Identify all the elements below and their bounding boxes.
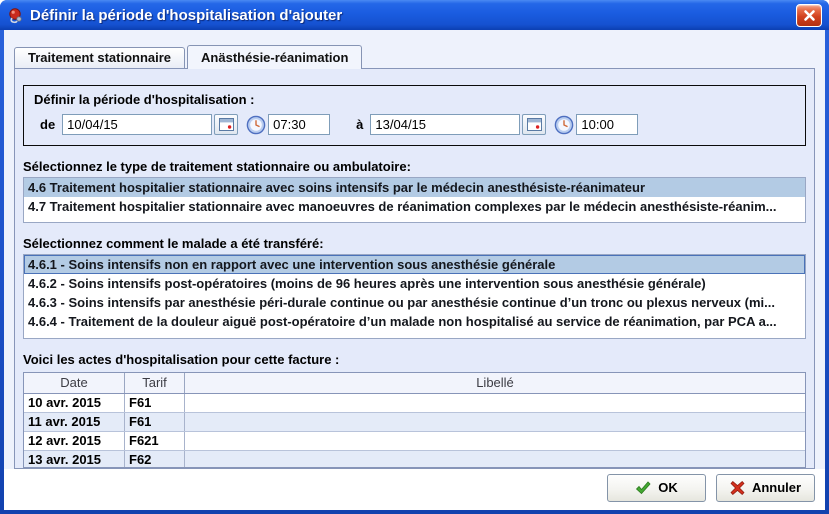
from-calendar-icon[interactable] xyxy=(214,114,238,135)
cancel-button[interactable]: Annuler xyxy=(716,474,815,502)
tab-traitement-stationnaire[interactable]: Traitement stationnaire xyxy=(14,47,185,68)
cell-tarif: F62 xyxy=(125,451,185,468)
tab-bar: Traitement stationnaire Anästhésie-réani… xyxy=(4,30,825,68)
period-fields-row: de xyxy=(34,114,795,135)
from-date-input[interactable] xyxy=(62,114,212,135)
cell-libelle xyxy=(185,432,805,450)
cell-tarif: F61 xyxy=(125,394,185,412)
ok-button-label: OK xyxy=(658,480,678,495)
cell-date: 13 avr. 2015 xyxy=(24,451,125,468)
titlebar: Définir la période d'hospitalisation d'a… xyxy=(0,0,829,30)
treatment-type-list: 4.6 Traitement hospitalier stationnaire … xyxy=(23,177,806,223)
app-icon xyxy=(7,7,24,24)
column-header-libelle[interactable]: Libellé xyxy=(185,373,805,393)
check-icon xyxy=(635,481,651,495)
list-item[interactable]: 4.6.2 - Soins intensifs post-opératoires… xyxy=(24,274,805,293)
table-row[interactable]: 12 avr. 2015 F621 xyxy=(24,432,805,451)
transfer-label: Sélectionnez comment le malade a été tra… xyxy=(23,236,806,251)
to-calendar-icon[interactable] xyxy=(522,114,546,135)
column-header-date[interactable]: Date xyxy=(24,373,125,393)
to-date-input[interactable] xyxy=(370,114,520,135)
dialog-window: Définir la période d'hospitalisation d'a… xyxy=(0,0,829,514)
cell-tarif: F61 xyxy=(125,413,185,431)
list-item[interactable]: 4.6.4 - Traitement de la douleur aiguë p… xyxy=(24,312,805,331)
acts-table: Date Tarif Libellé 10 avr. 2015 F61 11 a… xyxy=(23,372,806,468)
cell-libelle xyxy=(185,451,805,468)
cell-date: 12 avr. 2015 xyxy=(24,432,125,450)
to-clock-icon xyxy=(554,115,574,135)
from-time-input[interactable] xyxy=(268,114,330,135)
period-groupbox: Définir la période d'hospitalisation : d… xyxy=(23,85,806,146)
acts-label: Voici les actes d'hospitalisation pour c… xyxy=(23,352,806,367)
period-group-label: Définir la période d'hospitalisation : xyxy=(34,92,795,107)
table-row[interactable]: 10 avr. 2015 F61 xyxy=(24,394,805,413)
cell-libelle xyxy=(185,413,805,431)
table-row[interactable]: 11 avr. 2015 F61 xyxy=(24,413,805,432)
to-label: à xyxy=(356,117,363,132)
from-clock-icon xyxy=(246,115,266,135)
transfer-list: 4.6.1 - Soins intensifs non en rapport a… xyxy=(23,254,806,339)
cell-date: 11 avr. 2015 xyxy=(24,413,125,431)
tab-anesthesie-reanimation[interactable]: Anästhésie-réanimation xyxy=(187,45,362,69)
tab-content-panel: Définir la période d'hospitalisation : d… xyxy=(14,68,815,469)
to-time-input[interactable] xyxy=(576,114,638,135)
list-item[interactable]: 4.6 Traitement hospitalier stationnaire … xyxy=(24,178,805,197)
column-header-tarif[interactable]: Tarif xyxy=(125,373,185,393)
cell-date: 10 avr. 2015 xyxy=(24,394,125,412)
ok-button[interactable]: OK xyxy=(607,474,706,502)
cell-libelle xyxy=(185,394,805,412)
from-label: de xyxy=(40,117,55,132)
cell-tarif: F621 xyxy=(125,432,185,450)
close-icon[interactable] xyxy=(796,4,822,27)
dialog-client-area: Traitement stationnaire Anästhésie-réani… xyxy=(4,30,825,510)
x-icon xyxy=(730,481,745,495)
cancel-button-label: Annuler xyxy=(752,480,801,495)
list-item[interactable]: 4.7 Traitement hospitalier stationnaire … xyxy=(24,197,805,216)
window-title: Définir la période d'hospitalisation d'a… xyxy=(30,7,796,24)
treatment-type-label: Sélectionnez le type de traitement stati… xyxy=(23,159,806,174)
button-bar: OK Annuler xyxy=(4,469,825,510)
acts-table-header: Date Tarif Libellé xyxy=(24,373,805,394)
list-item[interactable]: 4.6.1 - Soins intensifs non en rapport a… xyxy=(24,255,805,274)
list-item[interactable]: 4.6.3 - Soins intensifs par anesthésie p… xyxy=(24,293,805,312)
table-row[interactable]: 13 avr. 2015 F62 xyxy=(24,451,805,468)
